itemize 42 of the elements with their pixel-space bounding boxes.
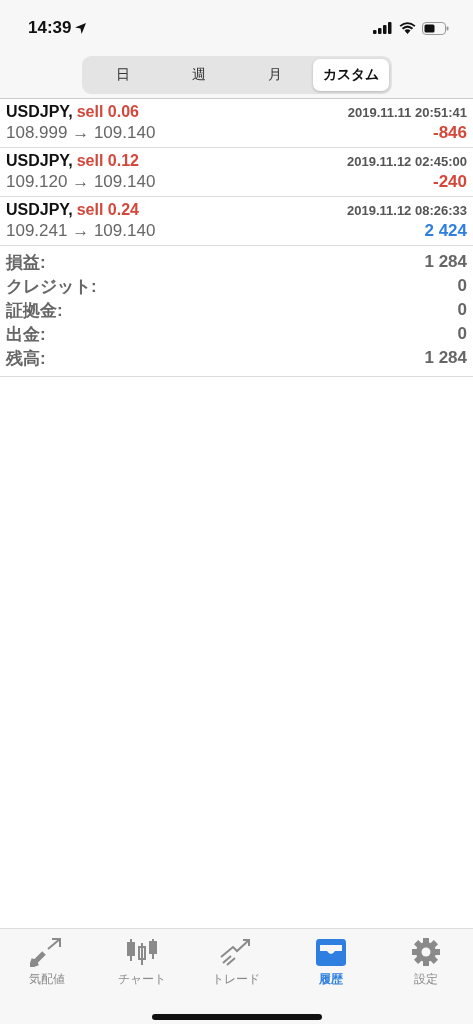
- tab-bar-item[interactable]: トレード: [196, 937, 277, 988]
- segment-tab[interactable]: 日: [84, 59, 161, 91]
- summary-label: 出金:: [6, 323, 46, 346]
- inbox-tray-icon: [314, 937, 349, 967]
- trade-profit: -846: [432, 123, 467, 143]
- trade-symbol: USDJPY,: [6, 152, 73, 169]
- trade-order: sell 0.24: [76, 201, 139, 218]
- segment-tab[interactable]: カスタム: [312, 59, 389, 91]
- segment-tab[interactable]: 週: [160, 59, 237, 91]
- clock-time: 14:39: [28, 18, 72, 38]
- trade-order: sell 0.12: [76, 152, 139, 169]
- battery-icon: [422, 21, 449, 35]
- summary-value: 0: [457, 276, 467, 296]
- summary-label: 残高:: [6, 347, 46, 370]
- summary-value: 1 284: [424, 348, 467, 368]
- trade-profit: -240: [432, 172, 467, 192]
- trade-order: sell 0.06: [76, 103, 139, 120]
- trade-time: 2019.11.12 08:26:33: [347, 203, 467, 218]
- summary-value: 1 284: [424, 252, 467, 272]
- trade-symbol: USDJPY,: [6, 103, 73, 120]
- trade-profit: 2 424: [424, 221, 467, 241]
- summary-value: 0: [457, 300, 467, 320]
- summary-label: 損益:: [6, 251, 46, 274]
- tab-bar-item[interactable]: チャート: [101, 937, 182, 988]
- trade-symbol: USDJPY,: [6, 201, 73, 218]
- signal-icon: [373, 22, 393, 34]
- trade-prices: 108.999 → 109.140: [6, 123, 156, 143]
- summary-label: 証拠金:: [6, 299, 63, 322]
- segment-tab[interactable]: 月: [236, 59, 313, 91]
- tab-bar-item[interactable]: 設定: [385, 937, 466, 988]
- trade-prices: 109.120 → 109.140: [6, 172, 156, 192]
- summary-value: 0: [457, 324, 467, 344]
- candlestick-icon: [124, 937, 159, 967]
- wifi-icon: [399, 21, 416, 35]
- summary-label: クレジット:: [6, 275, 97, 298]
- trade-prices: 109.241 → 109.140: [6, 221, 156, 241]
- trade-time: 2019.11.12 02:45:00: [347, 154, 467, 169]
- location-arrow-icon: [75, 22, 87, 34]
- tab-bar-item[interactable]: 履歴: [291, 937, 372, 988]
- tab-bar-item[interactable]: 気配値: [7, 937, 88, 988]
- trade-time: 2019.11.11 20:51:41: [347, 105, 467, 120]
- gear-icon: [410, 937, 441, 967]
